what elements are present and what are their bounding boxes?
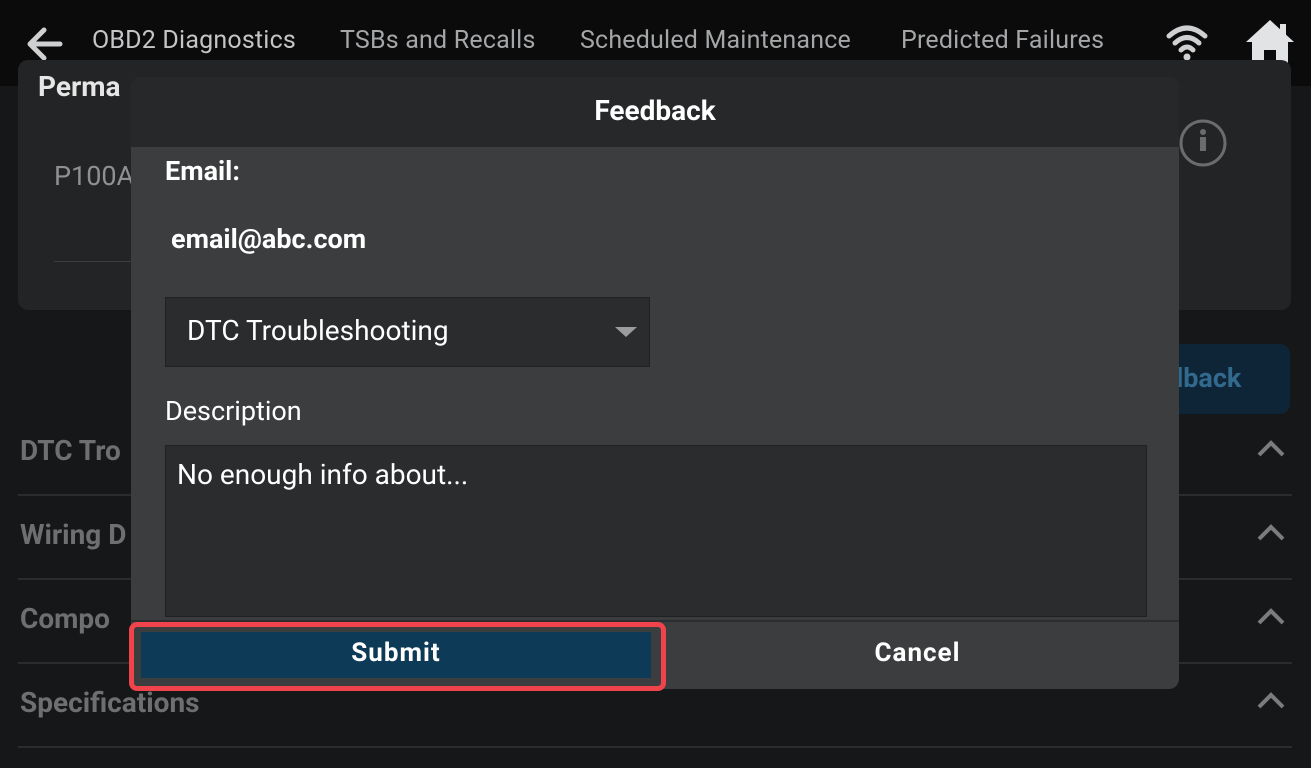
email-label: Email: <box>165 155 240 187</box>
home-icon[interactable] <box>1244 18 1296 66</box>
chevron-up-icon[interactable] <box>1256 606 1286 626</box>
section-label: DTC Tro <box>20 434 121 467</box>
footer-divider <box>131 620 1179 622</box>
tab-obd2-diagnostics[interactable]: OBD2 Diagnostics <box>92 26 296 55</box>
feedback-dialog: Feedback Email: email@abc.com DTC Troubl… <box>131 77 1179 689</box>
email-value: email@abc.com <box>171 223 367 255</box>
submit-button-label: Submit <box>351 638 441 668</box>
description-label: Description <box>165 395 302 427</box>
description-textarea[interactable]: No enough info about... <box>165 445 1147 617</box>
dtc-code: P100A <box>54 160 135 192</box>
dialog-title: Feedback <box>594 94 716 127</box>
section-label: Compo <box>20 602 110 635</box>
dialog-header: Feedback <box>131 77 1179 147</box>
info-icon[interactable] <box>1178 118 1228 168</box>
description-text: No enough info about... <box>177 458 469 491</box>
wifi-icon <box>1166 25 1208 61</box>
section-label: Specifications <box>20 686 200 719</box>
section-label: Wiring D <box>20 518 127 551</box>
back-arrow-icon[interactable] <box>24 26 64 62</box>
dropdown-caret-icon <box>615 327 637 337</box>
category-select-value: DTC Troubleshooting <box>187 314 449 347</box>
submit-button[interactable]: Submit <box>141 632 651 678</box>
tab-scheduled-maintenance[interactable]: Scheduled Maintenance <box>580 26 851 55</box>
tab-predicted-failures[interactable]: Predicted Failures <box>901 26 1104 55</box>
chevron-up-icon[interactable] <box>1256 522 1286 542</box>
cancel-button-label: Cancel <box>874 638 961 668</box>
cancel-button[interactable]: Cancel <box>656 629 1179 683</box>
chevron-up-icon[interactable] <box>1256 690 1286 710</box>
chevron-up-icon[interactable] <box>1256 438 1286 458</box>
card-title: Perma <box>38 70 121 103</box>
category-select[interactable]: DTC Troubleshooting <box>165 297 650 367</box>
tab-tsbs-and-recalls[interactable]: TSBs and Recalls <box>340 26 536 55</box>
